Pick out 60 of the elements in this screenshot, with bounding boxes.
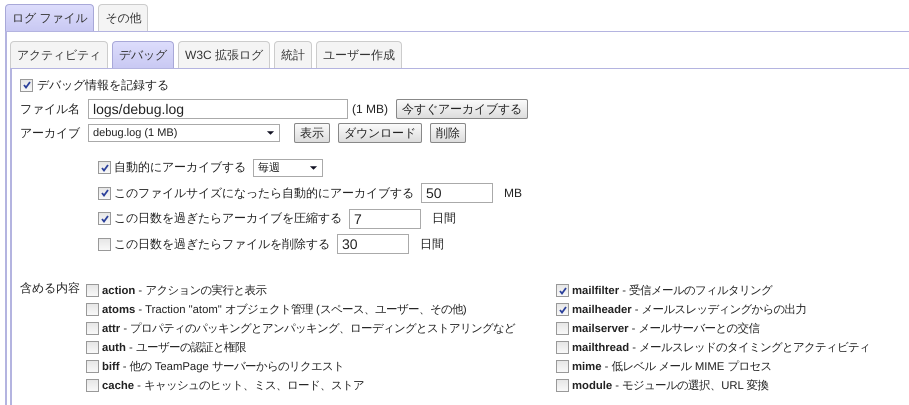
category-label: mailheader - メールスレッディングからの出力 [572, 302, 807, 317]
category-label: cache - キャッシュのヒット、ミス、ロード、ストア [102, 379, 364, 393]
category-label: atoms - Traction "atom" オブジェクト管理 (スペース、ユーザー、その他) [102, 302, 467, 317]
checkbox[interactable] [20, 78, 33, 92]
category-label: biff - 他の TeamPage サーバーからのリクエスト [102, 360, 344, 374]
checkbox[interactable] [86, 284, 99, 297]
field-label: アーカイブ [20, 124, 80, 142]
checkbox[interactable] [556, 360, 569, 373]
category-label: mailserver - メールサーバーとの交信 [572, 321, 760, 336]
checkbox[interactable] [556, 284, 569, 297]
category-label: auth - ユーザーの認証と権限 [102, 340, 246, 355]
checkbox[interactable] [556, 303, 569, 316]
checkbox[interactable] [86, 379, 99, 392]
checkbox[interactable] [86, 322, 99, 335]
caret-icon [266, 130, 275, 136]
checkbox[interactable] [86, 341, 99, 354]
checkbox-label: デバッグ情報を記録する [37, 76, 169, 94]
action-button[interactable]: ダウンロード [338, 123, 422, 143]
archive-dropdown[interactable]: debug.log (1 MB) [88, 124, 280, 142]
section-label: 含める内容 [20, 280, 81, 297]
checkbox[interactable] [556, 322, 569, 335]
checkbox-label: このファイルサイズになったら自動的にアーカイブする [114, 184, 414, 202]
unit-label: MB [504, 186, 522, 200]
input-field[interactable]: 7 [349, 208, 421, 229]
checkbox[interactable] [98, 161, 111, 174]
input-field[interactable]: logs/debug.log [88, 99, 348, 119]
checkbox[interactable] [86, 303, 99, 316]
checkbox[interactable] [556, 341, 569, 354]
tab[interactable]: W3C 拡張ログ [178, 41, 270, 68]
tab[interactable]: ユーザー作成 [316, 41, 402, 68]
category-label: action - アクションの実行と表示 [102, 283, 266, 298]
category-label: mailthread - メールスレッドのタイミングとアクティビティ [572, 340, 870, 355]
checkbox-label: この日数を過ぎたらアーカイブを圧縮する [114, 210, 342, 228]
tab[interactable]: デバッグ [112, 41, 174, 68]
tab[interactable]: その他 [98, 4, 148, 31]
checkbox[interactable] [86, 360, 99, 373]
checkbox[interactable] [98, 212, 111, 226]
tab[interactable]: アクティビティ [10, 41, 108, 68]
unit-label: 日間 [420, 236, 444, 253]
category-label: mailfilter - 受信メールのフィルタリング [572, 283, 772, 298]
tab[interactable]: 統計 [274, 41, 312, 68]
frequency-dropdown[interactable]: 毎週 [253, 158, 323, 177]
checkbox-label: この日数を過ぎたらファイルを削除する [114, 236, 330, 253]
checkbox[interactable] [556, 379, 569, 392]
tab[interactable]: ログ ファイル [5, 4, 94, 31]
input-field[interactable]: 30 [337, 234, 409, 254]
category-label: module - モジュールの選択、URL 変換 [572, 378, 769, 393]
checkbox-label: 自動的にアーカイブする [114, 159, 246, 176]
file-size: (1 MB) [352, 102, 388, 116]
action-button[interactable]: 削除 [430, 123, 466, 143]
category-label: attr - プロパティのパッキングとアンパッキング、ローディングとストアリングなど [102, 321, 516, 336]
input-field[interactable]: 50 [421, 183, 493, 204]
category-label: mime - 低レベル メール MIME プロセス [572, 359, 772, 374]
unit-label: 日間 [432, 210, 456, 228]
checkbox[interactable] [98, 238, 111, 251]
caret-icon [309, 164, 318, 171]
field-label: ファイル名 [20, 100, 80, 118]
action-button[interactable]: 表示 [294, 123, 330, 143]
checkbox[interactable] [98, 186, 111, 200]
archive-now-button[interactable]: 今すぐアーカイブする [396, 99, 528, 119]
